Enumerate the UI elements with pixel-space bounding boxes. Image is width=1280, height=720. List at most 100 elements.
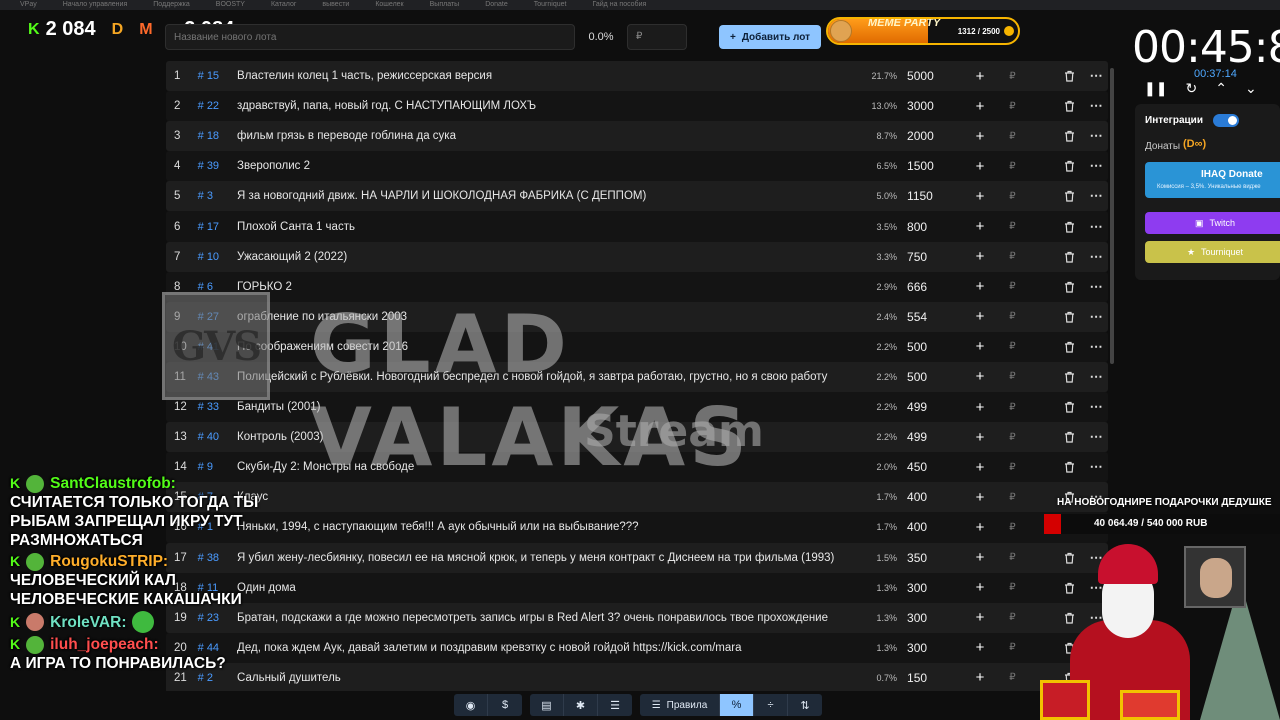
trash-icon[interactable] xyxy=(1055,401,1085,413)
lot-add-input[interactable]: ₽ xyxy=(998,341,1028,352)
lot-name[interactable]: Властелин колец 1 часть, режиссерская ве… xyxy=(237,70,846,82)
add-amount-button[interactable]: + xyxy=(962,549,997,566)
trash-icon[interactable] xyxy=(1055,190,1085,203)
lot-add-input[interactable]: ₽ xyxy=(998,432,1028,443)
add-amount-button[interactable]: + xyxy=(962,68,997,85)
lot-add-input[interactable]: ₽ xyxy=(998,311,1028,322)
add-amount-button[interactable]: + xyxy=(962,218,997,235)
trash-icon[interactable] xyxy=(1055,431,1085,443)
lot-id[interactable]: # 17 xyxy=(198,221,237,233)
lot-id[interactable]: # 18 xyxy=(198,130,237,142)
sort-icon[interactable]: ⇅ xyxy=(788,694,822,716)
bookmark-tab[interactable]: Каталог xyxy=(271,0,296,10)
lot-name[interactable]: ограбление по итальянски 2003 xyxy=(237,311,846,323)
save-icon[interactable]: ▤ xyxy=(530,694,564,716)
lot-add-input[interactable]: ₽ xyxy=(998,221,1028,232)
bookmark-tab[interactable]: Tourniquet xyxy=(534,0,567,10)
lot-id[interactable]: # 3 xyxy=(198,190,237,202)
lot-name[interactable]: Я за новогодний движ. НА ЧАРЛИ И ШОКОЛОД… xyxy=(237,190,846,202)
tourniquet-button[interactable]: ★ Tourniquet xyxy=(1145,241,1280,263)
bookmark-tab[interactable]: Гайд на пособия xyxy=(592,0,646,10)
trash-icon[interactable] xyxy=(1055,160,1085,172)
table-row[interactable]: 18 # 11 Один дома 1.3% 300 + ₽ ⋯ xyxy=(166,572,1108,603)
add-lot-button[interactable]: + Добавить лот xyxy=(719,25,821,49)
lot-add-input[interactable]: ₽ xyxy=(998,131,1028,142)
lot-name[interactable]: Братан, подскажи а где можно пересмотрет… xyxy=(237,612,846,624)
trash-icon[interactable] xyxy=(1055,251,1085,263)
table-row[interactable]: 8 # 6 ГОРЬКО 2 2.9% 666 + ₽ ⋯ xyxy=(166,271,1108,302)
add-amount-button[interactable]: + xyxy=(962,278,997,295)
more-options-icon[interactable]: ⋯ xyxy=(1084,158,1108,174)
lot-add-input[interactable]: ₽ xyxy=(998,251,1028,262)
lot-add-input[interactable]: ₽ xyxy=(998,582,1028,593)
add-amount-button[interactable]: + xyxy=(962,308,997,325)
add-amount-button[interactable]: + xyxy=(962,158,997,175)
table-row[interactable]: 20 # 44 Дед, пока ждем Аук, давай залетим … xyxy=(166,632,1108,663)
table-row[interactable]: 21# 2Сальный душитель0.7%150+₽⋯ xyxy=(166,662,1108,691)
lot-name[interactable]: Контроль (2003) xyxy=(237,431,846,443)
lot-add-input[interactable]: ₽ xyxy=(998,672,1028,683)
github-icon[interactable]: ◉ xyxy=(454,694,488,716)
more-options-icon[interactable]: ⋯ xyxy=(1084,399,1108,415)
table-row[interactable]: 3 # 18 фильм грязь в переводе гоблина да с… xyxy=(166,121,1108,152)
lot-name[interactable]: фильм грязь в переводе гоблина да сука xyxy=(237,130,846,142)
add-amount-button[interactable]: + xyxy=(962,609,997,626)
integrations-toggle[interactable] xyxy=(1213,114,1239,127)
more-options-icon[interactable]: ⋯ xyxy=(1084,459,1108,475)
lot-name[interactable]: Плохой Санта 1 часть xyxy=(237,221,846,233)
lot-name[interactable]: Ужасающий 2 (2022) xyxy=(237,251,846,263)
lot-price-input[interactable]: ₽ xyxy=(627,24,687,50)
bookmark-tab[interactable]: Поддержка xyxy=(153,0,190,10)
table-row[interactable]: 9 # 27 ограбление по итальянски 2003 2.4% 55… xyxy=(166,301,1108,332)
bookmark-tab[interactable]: вывести xyxy=(322,0,349,10)
table-row[interactable]: 16 # 1 Няньки, 1994, с наступающим тебя!!!… xyxy=(166,512,1108,543)
table-row[interactable]: 19 # 23 Братан, подскажи а где можно перес… xyxy=(166,602,1108,633)
bookmark-tab[interactable]: VPay xyxy=(20,0,37,10)
add-amount-button[interactable]: + xyxy=(962,338,997,355)
table-row[interactable]: 7 # 10 Ужасающий 2 (2022) 3.3% 750 + ₽ ⋯ xyxy=(166,241,1108,272)
table-row[interactable]: 17 # 38 Я убил жену-лесбиянку, повесил ее … xyxy=(166,542,1108,573)
table-row[interactable]: 1 # 15 Властелин колец 1 часть, режиссерск… xyxy=(166,61,1108,92)
more-options-icon[interactable]: ⋯ xyxy=(1084,98,1108,114)
more-options-icon[interactable]: ⋯ xyxy=(1084,68,1108,84)
trash-icon[interactable] xyxy=(1055,461,1085,473)
lot-name[interactable]: Полицейский с Рублёвки. Новогодний беспр… xyxy=(237,371,846,383)
more-options-icon[interactable]: ⋯ xyxy=(1084,279,1108,295)
add-amount-button[interactable]: + xyxy=(962,639,997,656)
table-row[interactable]: 6 # 17 Плохой Санта 1 часть 3.5% 800 + ₽ ⋯ xyxy=(166,211,1108,242)
table-row[interactable]: 14 # 9 Скуби-Ду 2: Монстры на свободе 2.0% 4… xyxy=(166,452,1108,483)
lot-id[interactable]: # 6 xyxy=(198,281,237,293)
lot-add-input[interactable]: ₽ xyxy=(998,402,1028,413)
lot-name[interactable]: Дед, пока ждем Аук, давай залетим и позд… xyxy=(237,642,846,654)
chevron-up-icon[interactable]: ⌃ xyxy=(1215,80,1227,97)
bookmark-tab[interactable]: Выплаты xyxy=(430,0,460,10)
ihaq-donate-button[interactable]: IHAQ Donate Комиссия – 3,5%. Уникальные … xyxy=(1145,162,1280,198)
lot-id[interactable]: # 33 xyxy=(198,401,237,413)
trash-icon[interactable] xyxy=(1055,130,1085,142)
table-row[interactable]: 13 # 40 Контроль (2003) 2.2% 499 + ₽ ⋯ xyxy=(166,422,1108,453)
chevron-down-icon[interactable]: ⌄ xyxy=(1245,80,1257,97)
trash-icon[interactable] xyxy=(1055,70,1085,82)
bookmark-tab[interactable]: Кошелек xyxy=(375,0,403,10)
more-options-icon[interactable]: ⋯ xyxy=(1084,429,1108,445)
more-options-icon[interactable]: ⋯ xyxy=(1084,309,1108,325)
more-options-icon[interactable]: ⋯ xyxy=(1084,188,1108,204)
more-options-icon[interactable]: ⋯ xyxy=(1084,128,1108,144)
lot-id[interactable]: # 39 xyxy=(198,160,237,172)
lot-add-input[interactable]: ₽ xyxy=(998,101,1028,112)
more-options-icon[interactable]: ⋯ xyxy=(1084,219,1108,235)
lot-add-input[interactable]: ₽ xyxy=(998,612,1028,623)
lot-name[interactable]: Бандиты (2001) xyxy=(237,401,846,413)
lot-id[interactable]: # 22 xyxy=(198,100,237,112)
lot-name[interactable]: здравствуй, папа, новый год. С НАСТУПАЮЩ… xyxy=(237,100,846,112)
lot-name[interactable]: Один дома xyxy=(237,582,846,594)
pause-icon[interactable]: ❚❚ xyxy=(1144,80,1167,97)
table-row[interactable]: 4 # 39 Зверополис 2 6.5% 1500 + ₽ ⋯ xyxy=(166,151,1108,182)
lot-add-input[interactable]: ₽ xyxy=(998,191,1028,202)
lot-id[interactable]: # 27 xyxy=(198,311,237,323)
lot-id[interactable]: # 41 xyxy=(198,341,237,353)
add-amount-button[interactable]: + xyxy=(962,519,997,536)
table-row[interactable]: 10 # 41 По соображениям совести 2016 2.2% 50… xyxy=(166,331,1108,362)
table-row[interactable]: 15 # 7 Клаус 1.7% 400 + ₽ ⋯ xyxy=(166,482,1108,513)
bookmark-tab[interactable]: BOOSTY xyxy=(216,0,245,10)
